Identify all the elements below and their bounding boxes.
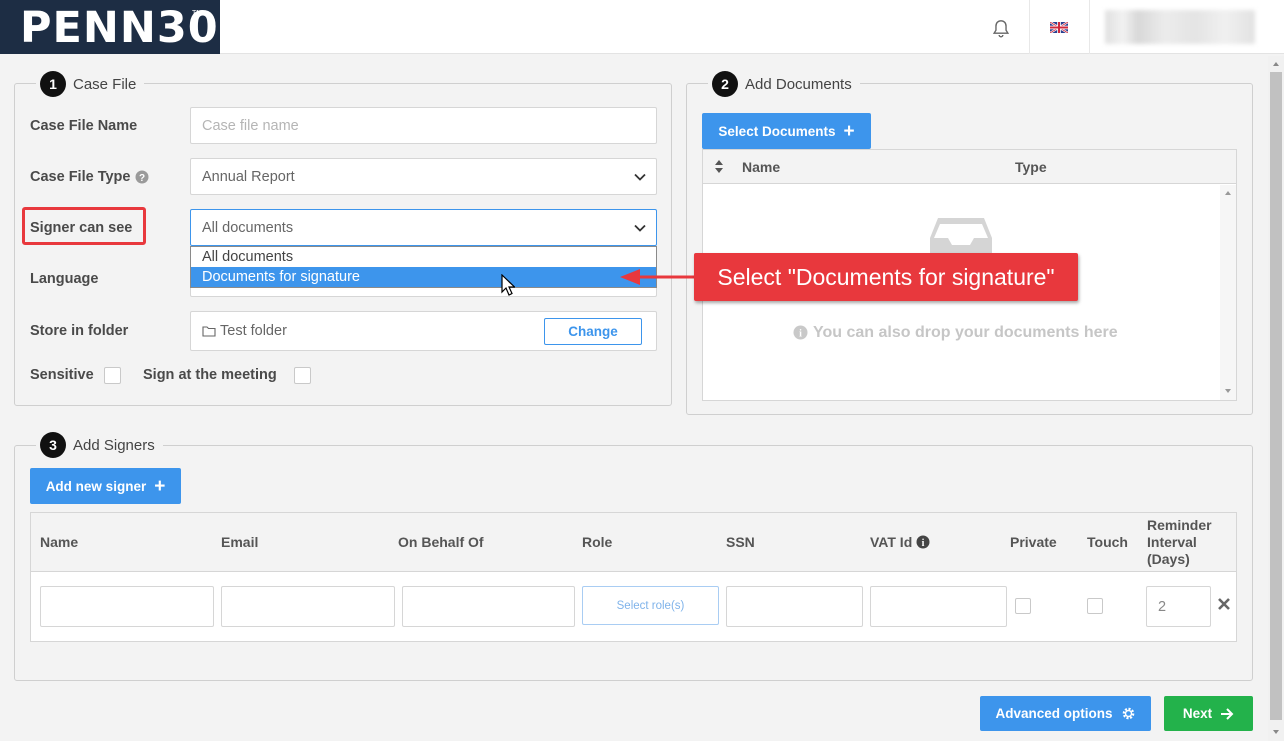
column-header-email: Email (221, 534, 259, 550)
step-badge: 3 (40, 432, 66, 458)
scroll-down-icon[interactable] (1224, 388, 1232, 394)
signer-email-input[interactable] (221, 586, 395, 627)
folder-icon (202, 326, 216, 337)
column-header-vat-id: VAT Id (870, 534, 913, 550)
next-button[interactable]: Next (1164, 696, 1253, 731)
section-title: Case File (73, 75, 137, 93)
sign-at-meeting-label: Sign at the meeting (143, 367, 277, 383)
drop-hint: You can also drop your documents here (813, 324, 1118, 341)
divider (1089, 0, 1090, 54)
folder-value: Test folder (220, 323, 287, 339)
language-label: Language (30, 271, 99, 287)
svg-text:i: i (799, 329, 802, 340)
reminder-interval-input[interactable]: 2 (1146, 586, 1211, 627)
divider (1029, 0, 1030, 54)
info-icon: i (793, 325, 808, 340)
sort-icon[interactable] (714, 159, 724, 174)
annotation-callout: Select "Documents for signature" (694, 253, 1078, 301)
arrow-right-icon (1221, 707, 1234, 720)
signer-ssn-input[interactable] (726, 586, 863, 627)
remove-signer-icon[interactable] (1217, 597, 1231, 611)
dropdown-option[interactable]: All documents (191, 247, 656, 267)
page-scrollbar-thumb[interactable] (1270, 72, 1282, 720)
sign-at-meeting-checkbox[interactable] (294, 367, 311, 384)
documents-table-header (703, 150, 1236, 184)
private-checkbox[interactable] (1015, 598, 1031, 614)
advanced-options-button[interactable]: Advanced options (980, 696, 1151, 731)
signer-can-see-value: All documents (202, 219, 294, 236)
bell-icon[interactable] (990, 18, 1012, 40)
column-header-name[interactable]: Name (742, 159, 780, 175)
change-folder-button[interactable]: Change (544, 318, 642, 345)
plus-icon: + (843, 120, 855, 142)
plus-icon: + (154, 475, 166, 497)
scroll-down-icon[interactable] (1272, 729, 1280, 735)
case-file-type-select[interactable]: Annual Report (190, 158, 657, 195)
column-header-vat-group: VAT Id i (870, 534, 930, 550)
case-file-name-input[interactable]: Case file name (190, 107, 657, 144)
store-in-folder-label: Store in folder (30, 323, 129, 339)
case-file-legend: 1 Case File (36, 69, 145, 99)
step-badge: 1 (40, 71, 66, 97)
add-signer-button[interactable]: Add new signer + (30, 468, 181, 504)
svg-text:i: i (922, 538, 925, 549)
case-file-name-label: Case File Name (30, 118, 138, 134)
signer-can-see-select[interactable]: All documents (190, 209, 657, 246)
column-header-reminder-interval: Reminder Interval (Days) (1147, 517, 1212, 567)
annotation-arrow (620, 269, 698, 285)
case-file-type-value: Annual Report (202, 168, 295, 185)
mouse-cursor-icon (501, 274, 515, 296)
case-file-type-label: Case File Type (30, 169, 131, 185)
column-header-name: Name (40, 534, 79, 550)
sensitive-label: Sensitive (30, 367, 94, 383)
add-signer-label: Add new signer (45, 478, 147, 494)
select-role-button[interactable]: Select role(s) (582, 586, 719, 625)
documents-scrollbar[interactable] (1220, 185, 1236, 400)
next-label: Next (1182, 706, 1213, 721)
column-header-ssn: SSN (726, 534, 755, 550)
column-header-on-behalf-of: On Behalf Of (398, 534, 484, 550)
scroll-up-icon[interactable] (1224, 190, 1232, 196)
step-badge: 2 (712, 71, 738, 97)
chevron-down-icon (634, 173, 646, 181)
signer-on-behalf-of-input[interactable] (402, 586, 575, 627)
column-header-private: Private (1010, 534, 1057, 550)
help-icon[interactable]: ? (135, 170, 149, 184)
info-icon[interactable]: i (916, 535, 930, 549)
chevron-down-icon (634, 224, 646, 232)
select-documents-label: Select Documents (718, 123, 836, 139)
case-file-type-label-group: Case File Type ? (30, 169, 149, 185)
documents-legend: 2 Add Documents (708, 69, 860, 99)
gear-icon (1122, 707, 1134, 720)
column-header-type[interactable]: Type (1015, 159, 1047, 175)
signer-vat-id-input[interactable] (870, 586, 1007, 627)
signers-legend: 3 Add Signers (36, 430, 163, 460)
touch-checkbox[interactable] (1087, 598, 1103, 614)
logo-text: PENN30 (20, 3, 219, 53)
sensitive-checkbox[interactable] (104, 367, 121, 384)
uk-flag-icon[interactable] (1050, 22, 1068, 33)
column-header-role: Role (582, 534, 613, 550)
select-documents-button[interactable]: Select Documents + (702, 113, 871, 149)
user-menu[interactable] (1105, 10, 1255, 44)
signer-can-see-label: Signer can see (30, 220, 133, 236)
signer-name-input[interactable] (40, 586, 214, 627)
logo-trademark: TM (192, 10, 203, 17)
inbox-icon (930, 218, 992, 256)
section-title: Add Documents (745, 75, 852, 93)
dropdown-option-selected[interactable]: Documents for signature (191, 267, 656, 287)
section-title: Add Signers (73, 436, 155, 454)
advanced-options-label: Advanced options (995, 706, 1113, 721)
scroll-up-icon[interactable] (1272, 61, 1280, 67)
svg-text:?: ? (139, 173, 145, 184)
column-header-touch: Touch (1087, 534, 1128, 550)
